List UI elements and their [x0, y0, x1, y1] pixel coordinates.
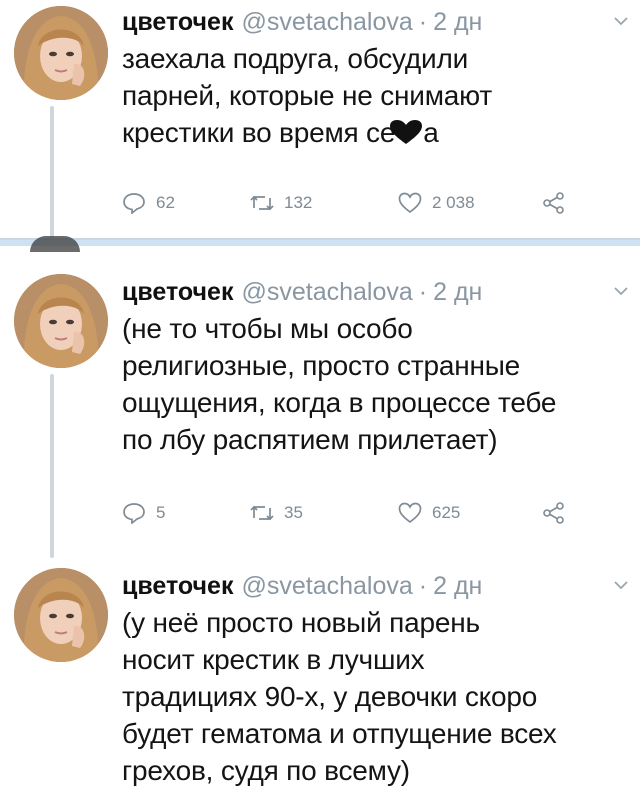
- tweet-text: заехала подруга, обсудили парней, которы…: [122, 40, 630, 151]
- like-icon: [398, 502, 422, 524]
- tweet-header: цветочек @svetachalova · 2 дн: [122, 6, 630, 38]
- timestamp[interactable]: 2 дн: [433, 6, 482, 38]
- tweet-text: (не то чтобы мы особо религиозные, прост…: [122, 310, 630, 458]
- tweet-line: грехов, судя по всему): [122, 755, 410, 786]
- tweet-actions: 62 132 2 038: [122, 190, 582, 216]
- tweet-text: (у неё просто новый парень носит крестик…: [122, 604, 630, 789]
- retweet-button[interactable]: 35: [250, 500, 303, 526]
- tweet-actions: 5 35 625: [122, 500, 582, 526]
- tweet-line: традициях 90-х, у девочки скоро: [122, 681, 538, 712]
- retweet-icon: [250, 195, 274, 211]
- avatar[interactable]: [14, 274, 108, 368]
- avatar[interactable]: [14, 568, 108, 662]
- retweet-count: 132: [284, 193, 313, 212]
- avatar-fragment: [30, 236, 80, 252]
- like-count: 2 038: [432, 193, 475, 212]
- display-name[interactable]: цветочек: [122, 6, 233, 38]
- reply-button[interactable]: 5: [122, 500, 165, 526]
- tweet-line: заехала подруга, обсудили: [122, 43, 469, 74]
- share-icon: [543, 502, 564, 524]
- separator-dot: ·: [418, 8, 428, 36]
- like-button[interactable]: 2 038: [398, 190, 475, 216]
- separator-dot: ·: [418, 278, 428, 306]
- reply-icon: [123, 503, 145, 524]
- reply-icon: [123, 193, 145, 214]
- thread-line: [50, 374, 54, 558]
- tweet-line: парней, которые не снимают: [122, 80, 492, 111]
- user-handle[interactable]: @svetachalova: [241, 570, 412, 602]
- share-icon: [543, 192, 564, 214]
- tweet-line: религиозные, просто странные: [122, 350, 521, 381]
- tweet-feed: цветочек @svetachalova · 2 дн заехала по…: [0, 0, 640, 812]
- user-handle[interactable]: @svetachalova: [241, 276, 412, 308]
- tweet-line: будет гематома и отпущение всех: [122, 718, 557, 749]
- timestamp[interactable]: 2 дн: [433, 276, 482, 308]
- separator-dot: ·: [418, 572, 428, 600]
- reply-button[interactable]: 62: [122, 190, 175, 216]
- tweet-line-part: а: [423, 117, 439, 148]
- chevron-down-icon[interactable]: [614, 580, 628, 590]
- user-handle[interactable]: @svetachalova: [241, 6, 412, 38]
- tweet-content: цветочек @svetachalova · 2 дн заехала по…: [122, 6, 630, 151]
- black-heart-emoji-icon: [389, 119, 423, 145]
- tweet-1[interactable]: цветочек @svetachalova · 2 дн заехала по…: [0, 2, 640, 238]
- like-count: 625: [432, 503, 461, 522]
- avatar[interactable]: [14, 6, 108, 100]
- retweet-icon: [250, 505, 274, 521]
- tweet-line: по лбу распятием прилетает): [122, 424, 498, 455]
- share-button[interactable]: [542, 190, 566, 216]
- tweet-line: ощущения, когда в процессе тебе: [122, 387, 557, 418]
- tweet-2[interactable]: цветочек @svetachalova · 2 дн (не то что…: [0, 270, 640, 560]
- tweet-line: (у неё просто новый парень: [122, 607, 480, 638]
- like-icon: [398, 192, 422, 214]
- tweet-line: (не то чтобы мы особо: [122, 313, 413, 344]
- display-name[interactable]: цветочек: [122, 276, 233, 308]
- like-button[interactable]: 625: [398, 500, 460, 526]
- tweet-header: цветочек @svetachalova · 2 дн: [122, 276, 630, 308]
- reply-count: 62: [156, 193, 175, 212]
- tweet-content: цветочек @svetachalova · 2 дн (у неё про…: [122, 570, 630, 789]
- tweet-line: крестики во время се а: [122, 114, 630, 151]
- tweet-divider: [0, 240, 640, 246]
- thread-line: [50, 106, 54, 238]
- chevron-down-icon[interactable]: [614, 286, 628, 296]
- retweet-button[interactable]: 132: [250, 190, 312, 216]
- tweet-3[interactable]: цветочек @svetachalova · 2 дн (у неё про…: [0, 564, 640, 812]
- tweet-line: носит крестик в лучших: [122, 644, 425, 675]
- display-name[interactable]: цветочек: [122, 570, 233, 602]
- chevron-down-icon[interactable]: [614, 16, 628, 26]
- tweet-line-part: крестики во время се: [122, 117, 396, 148]
- share-button[interactable]: [542, 500, 566, 526]
- timestamp[interactable]: 2 дн: [433, 570, 482, 602]
- tweet-content: цветочек @svetachalova · 2 дн (не то что…: [122, 276, 630, 458]
- retweet-count: 35: [284, 503, 303, 522]
- reply-count: 5: [156, 503, 166, 522]
- tweet-header: цветочек @svetachalova · 2 дн: [122, 570, 630, 602]
